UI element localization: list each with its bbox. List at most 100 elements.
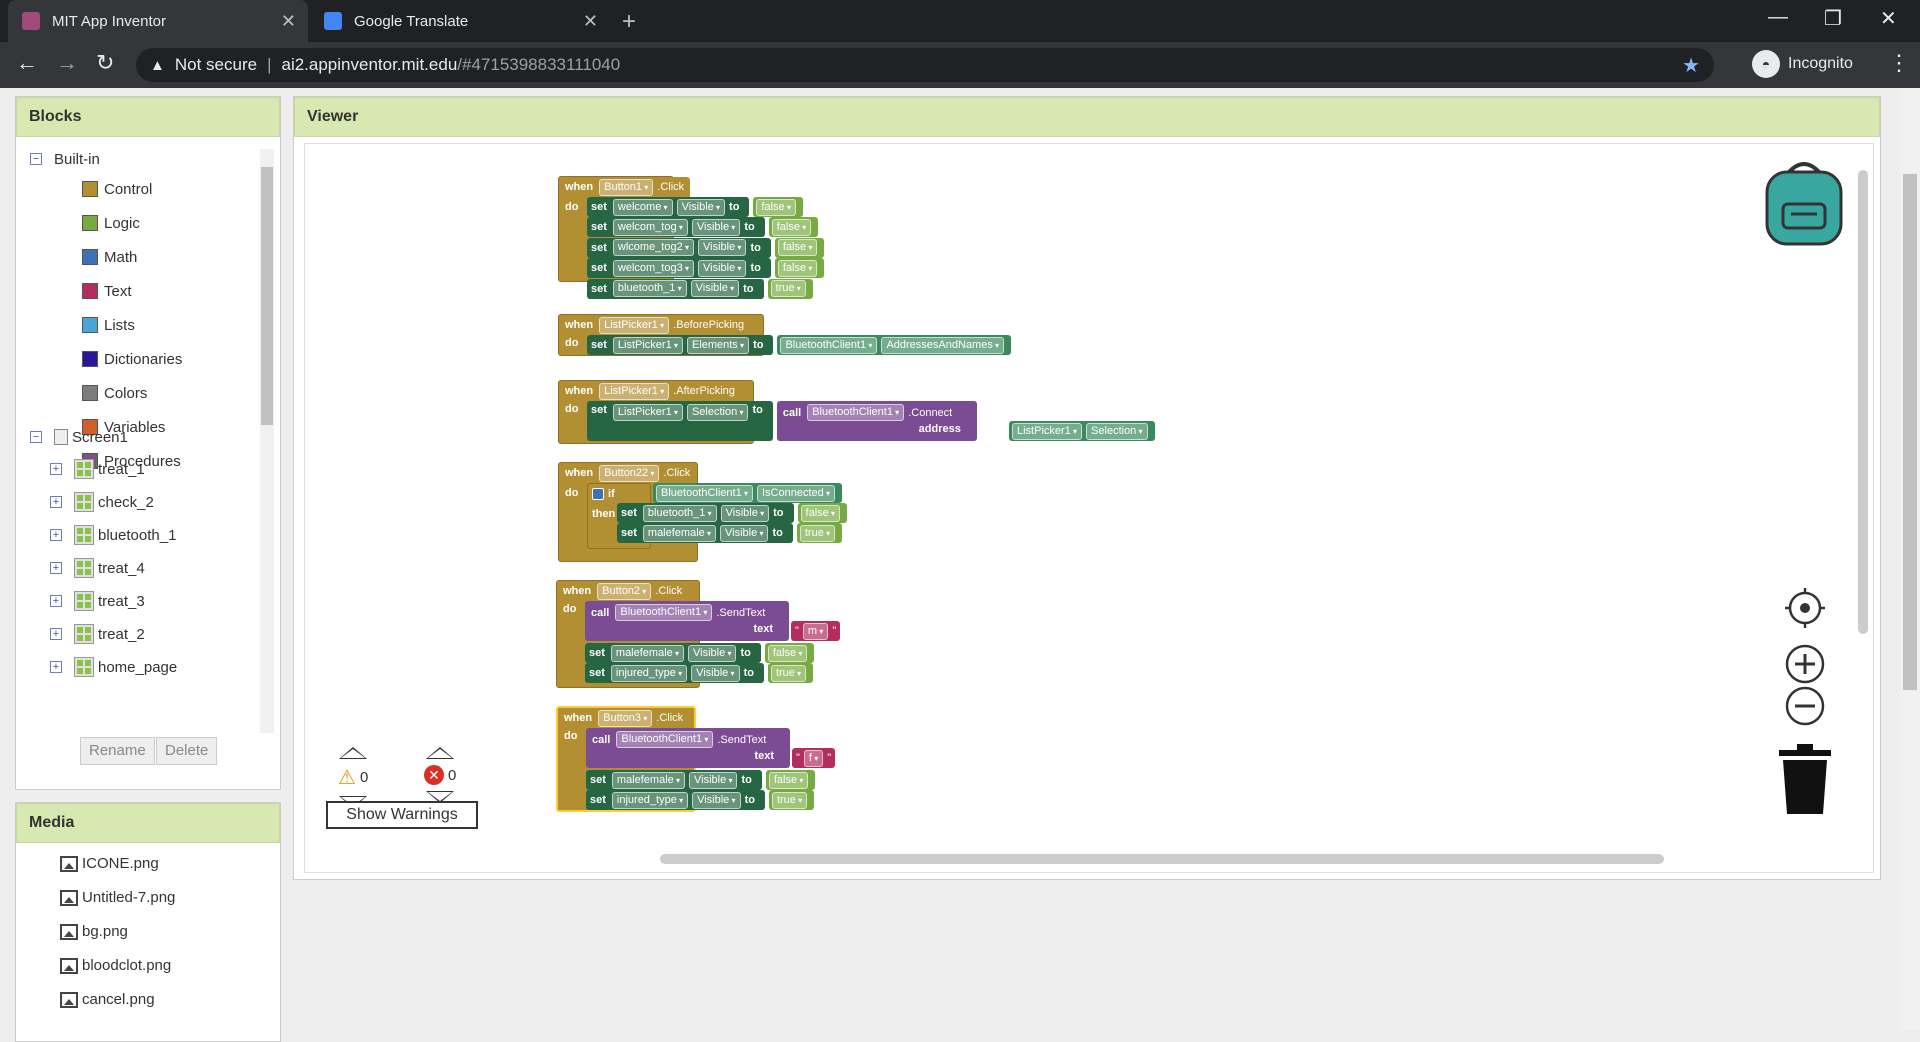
component-dropdown[interactable]: welcom_tog xyxy=(612,218,688,236)
boolean-block[interactable]: false xyxy=(753,197,803,217)
component-dropdown[interactable]: welcom_tog3 xyxy=(612,259,694,277)
property-dropdown[interactable]: Visible xyxy=(688,644,737,662)
boolean-block[interactable]: false xyxy=(774,258,825,279)
set-block[interactable]: set malefemaleVisibleto false xyxy=(586,770,816,790)
boolean-dropdown[interactable]: false xyxy=(777,239,818,257)
text-block[interactable]: " f " xyxy=(792,748,836,768)
builtin-item-dictionaries[interactable]: Dictionaries xyxy=(82,347,182,371)
close-icon[interactable]: ✕ xyxy=(281,11,296,32)
set-block[interactable]: set injured_typeVisibleto true xyxy=(585,663,814,684)
address-bar[interactable]: ▲ Not secure | ai2.appinventor.mit.edu /… xyxy=(136,48,1714,82)
component-dropdown[interactable]: bluetooth_1 xyxy=(612,280,687,298)
text-block[interactable]: " m " xyxy=(791,621,841,641)
component-dropdown[interactable]: BluetoothClient1 xyxy=(615,604,713,621)
property-dropdown[interactable]: Visible xyxy=(691,218,741,236)
boolean-dropdown[interactable]: true xyxy=(799,524,836,542)
blocks-workspace[interactable]: when Button1 .Click do setwelcomeVisible… xyxy=(304,143,1874,873)
component-dropdown[interactable]: Button3 xyxy=(598,709,653,727)
backpack-icon[interactable] xyxy=(1761,158,1847,248)
component-dropdown[interactable]: bluetooth_1 xyxy=(642,504,717,522)
text-value[interactable]: f xyxy=(803,749,824,767)
tree-component-treat_1[interactable]: + treat_1 xyxy=(50,457,145,481)
zoom-in-icon[interactable] xyxy=(1785,644,1825,684)
expand-icon[interactable]: + xyxy=(50,496,62,508)
warning-prev-icon[interactable] xyxy=(339,747,368,759)
boolean-block[interactable]: false xyxy=(768,217,819,238)
page-scrollbar[interactable] xyxy=(1900,88,1920,1030)
media-file[interactable]: ICONE.png xyxy=(60,855,159,872)
call-block[interactable]: call BluetoothClient1 .SendText text xyxy=(586,728,790,768)
set-block[interactable]: set bluetooth_1Visibleto true xyxy=(587,278,813,299)
blocks-scrollbar[interactable] xyxy=(260,149,274,733)
property-dropdown[interactable]: Visible xyxy=(690,280,740,298)
expand-icon[interactable]: + xyxy=(50,562,62,574)
expand-icon[interactable]: + xyxy=(50,661,62,673)
set-block[interactable]: set welcom_tog3Visibleto false xyxy=(587,258,825,279)
component-dropdown[interactable]: ListPicker1 xyxy=(612,404,683,421)
property-dropdown[interactable]: Elements xyxy=(686,336,750,354)
forward-icon[interactable]: → xyxy=(56,50,78,76)
expand-icon[interactable]: + xyxy=(50,628,62,640)
call-block[interactable]: call BluetoothClient1 .Connect address xyxy=(776,401,977,441)
boolean-block[interactable]: false xyxy=(797,503,848,523)
component-dropdown[interactable]: BluetoothClient1 xyxy=(780,336,878,354)
workspace-vertical-scrollbar[interactable] xyxy=(1858,170,1868,634)
call-block[interactable]: call BluetoothClient1 .SendText text xyxy=(585,601,789,641)
boolean-dropdown[interactable]: true xyxy=(771,791,808,809)
boolean-dropdown[interactable]: false xyxy=(771,218,812,236)
error-prev-icon[interactable] xyxy=(426,747,455,759)
set-block[interactable]: set ListPicker1 Elements to BluetoothCli… xyxy=(587,335,1012,355)
property-dropdown[interactable]: Visible xyxy=(691,664,740,682)
tab-google-translate[interactable]: Google Translate ✕ xyxy=(310,0,610,42)
component-dropdown[interactable]: ListPicker1 xyxy=(599,382,670,400)
builtin-item-math[interactable]: Math xyxy=(82,245,137,269)
boolean-block[interactable]: true xyxy=(768,790,815,811)
property-dropdown[interactable]: Visible xyxy=(689,771,738,789)
set-block[interactable]: set injured_typeVisibleto true xyxy=(586,790,815,811)
event-block-listpicker1-afterpicking[interactable]: when ListPicker1 .AfterPicking do set Li… xyxy=(558,380,1155,444)
property-dropdown[interactable]: Visible xyxy=(676,198,726,216)
recenter-icon[interactable] xyxy=(1785,588,1825,628)
tree-component-bluetooth_1[interactable]: + bluetooth_1 xyxy=(50,523,176,547)
delete-button[interactable]: Delete xyxy=(156,737,218,765)
boolean-block[interactable]: false xyxy=(774,237,825,258)
boolean-dropdown[interactable]: true xyxy=(770,280,806,298)
bookmark-star-icon[interactable]: ★ xyxy=(1682,53,1700,78)
builtin-item-logic[interactable]: Logic xyxy=(82,211,140,235)
property-dropdown[interactable]: IsConnected xyxy=(756,484,835,502)
boolean-block[interactable]: true xyxy=(767,278,813,299)
boolean-block[interactable]: true xyxy=(767,663,814,684)
set-block[interactable]: set bluetooth_1Visibleto false xyxy=(617,503,848,523)
set-block[interactable]: set malefemaleVisibleto false xyxy=(585,643,815,663)
gear-icon[interactable] xyxy=(592,488,604,500)
component-dropdown[interactable]: BluetoothClient1 xyxy=(616,731,714,748)
set-block[interactable]: set welcom_togVisibleto false xyxy=(587,217,819,238)
component-dropdown[interactable]: injured_type xyxy=(610,664,688,682)
boolean-block[interactable]: false xyxy=(765,770,816,790)
boolean-dropdown[interactable]: false xyxy=(767,644,808,662)
tree-component-treat_4[interactable]: + treat_4 xyxy=(50,556,145,580)
expand-icon[interactable]: + xyxy=(50,529,62,541)
component-dropdown[interactable]: wlcome_tog2 xyxy=(612,239,694,257)
component-dropdown[interactable]: BluetoothClient1 xyxy=(807,404,905,421)
component-dropdown[interactable]: malefemale xyxy=(642,524,717,542)
getter-block[interactable]: ListPicker1 Selection xyxy=(1009,421,1155,441)
property-dropdown[interactable]: Visible xyxy=(697,259,747,277)
property-dropdown[interactable]: Selection xyxy=(686,404,749,421)
set-block[interactable]: set ListPicker1 Selection to call Blueto… xyxy=(587,401,977,441)
tree-component-home_page[interactable]: + home_page xyxy=(50,655,177,679)
event-block-button22-click[interactable]: when Button22 .Click do if then Bluetoot… xyxy=(558,462,848,562)
event-block-listpicker1-beforepicking[interactable]: when ListPicker1 .BeforePicking do set L… xyxy=(558,314,1012,356)
set-block[interactable]: set malefemaleVisibleto true xyxy=(617,523,843,544)
media-file[interactable]: cancel.png xyxy=(60,991,155,1008)
event-block-button3-click[interactable]: when Button3 .Click do call BluetoothCli… xyxy=(556,706,836,812)
property-dropdown[interactable]: Visible xyxy=(720,524,769,542)
property-dropdown[interactable]: AddressesAndNames xyxy=(881,336,1005,354)
media-file[interactable]: Untitled-7.png xyxy=(60,889,175,906)
condition-block[interactable]: BluetoothClient1 IsConnected xyxy=(653,483,842,503)
component-dropdown[interactable]: Button2 xyxy=(597,582,652,600)
text-value[interactable]: m xyxy=(802,622,829,640)
property-dropdown[interactable]: Visible xyxy=(720,504,770,522)
builtin-item-control[interactable]: Control xyxy=(82,177,152,201)
boolean-block[interactable]: true xyxy=(796,523,843,544)
